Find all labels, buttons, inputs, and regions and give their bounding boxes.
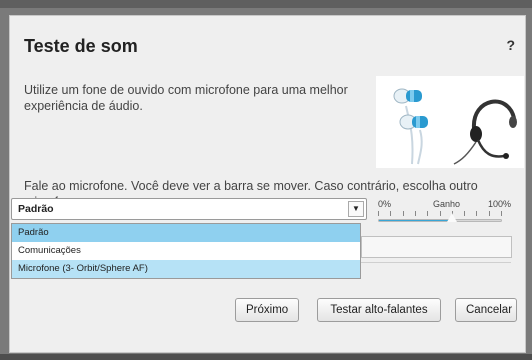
gain-tick — [415, 211, 416, 216]
microphone-option[interactable]: Comunicações — [12, 242, 360, 260]
gain-slider-fill — [379, 220, 453, 221]
gain-tick — [501, 211, 502, 216]
microphone-select-value: Padrão — [18, 203, 54, 215]
gain-slider[interactable] — [378, 219, 502, 222]
gain-tick — [378, 211, 379, 216]
gain-title-label: Ganho — [433, 199, 461, 209]
mic-level-bar — [361, 236, 512, 258]
next-button[interactable]: Próximo — [235, 298, 299, 322]
dialog-title: Teste de som — [24, 36, 138, 56]
gain-slider-thumb[interactable] — [446, 212, 458, 223]
headset-illustration — [376, 76, 524, 168]
gain-tick — [476, 211, 477, 216]
cancel-button[interactable]: Cancelar — [455, 298, 517, 322]
gain-tick — [440, 211, 441, 216]
microphone-select[interactable]: Padrão ▼ — [11, 198, 367, 220]
chevron-down-icon[interactable]: ▼ — [348, 201, 364, 217]
test-speakers-button[interactable]: Testar alto-falantes — [317, 298, 441, 322]
background-app-bottom — [0, 354, 532, 360]
gain-tick — [464, 211, 465, 216]
gain-tick — [427, 211, 428, 216]
intro-text: Utilize um fone de ouvido com microfone … — [24, 83, 348, 113]
gain-tick — [489, 211, 490, 216]
earbuds-and-headset-image — [393, 88, 517, 165]
microphone-options-list: Padrão Comunicações Microfone (3- Orbit/… — [11, 223, 361, 279]
background-app-strip — [0, 0, 532, 8]
gain-control: 0% Ganho 100% — [369, 199, 511, 229]
microphone-option[interactable]: Padrão — [12, 224, 360, 242]
gain-tick — [403, 211, 404, 216]
gain-ticks — [378, 211, 502, 216]
gain-tick — [390, 211, 391, 216]
gain-min-label: 0% — [378, 199, 392, 209]
help-icon[interactable]: ? — [506, 37, 515, 53]
gain-max-label: 100% — [487, 199, 511, 209]
microphone-option[interactable]: Microfone (3- Orbit/Sphere AF) — [12, 260, 360, 278]
